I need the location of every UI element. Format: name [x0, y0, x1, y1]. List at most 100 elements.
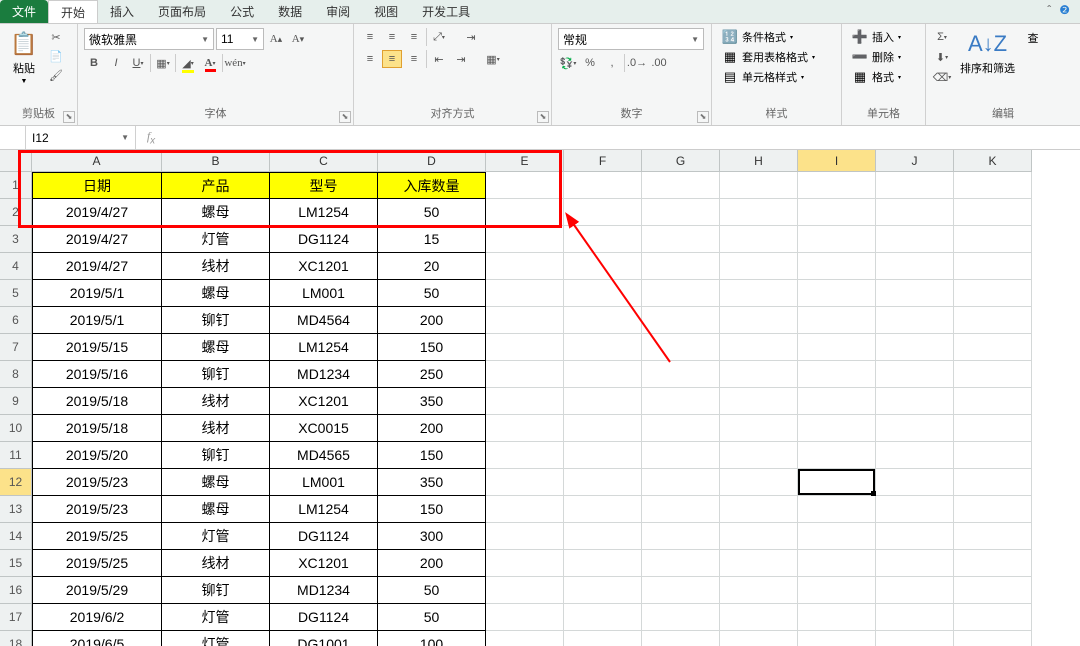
cell-I13[interactable]: [798, 496, 876, 523]
cell-C11[interactable]: MD4565: [270, 442, 378, 469]
cell-I15[interactable]: [798, 550, 876, 577]
row-header-8[interactable]: 8: [0, 361, 32, 388]
row-header-16[interactable]: 16: [0, 577, 32, 604]
cell-K6[interactable]: [954, 307, 1032, 334]
cell-B16[interactable]: 铆钉: [162, 577, 270, 604]
tab-insert[interactable]: 插入: [98, 0, 146, 23]
align-middle-button[interactable]: ≡: [382, 28, 402, 46]
cell-E8[interactable]: [486, 361, 564, 388]
cell-J8[interactable]: [876, 361, 954, 388]
cell-B12[interactable]: 螺母: [162, 469, 270, 496]
cell-G2[interactable]: [642, 199, 720, 226]
bold-button[interactable]: B: [84, 54, 104, 72]
cell-C9[interactable]: XC1201: [270, 388, 378, 415]
col-header-B[interactable]: B: [162, 150, 270, 172]
insert-cell-button[interactable]: ➕插入▾: [848, 28, 905, 46]
row-header-6[interactable]: 6: [0, 307, 32, 334]
align-bottom-button[interactable]: ≡: [404, 28, 424, 46]
cell-A3[interactable]: 2019/4/27: [32, 226, 162, 253]
cell-C12[interactable]: LM001: [270, 469, 378, 496]
col-header-C[interactable]: C: [270, 150, 378, 172]
col-header-H[interactable]: H: [720, 150, 798, 172]
italic-button[interactable]: I: [106, 54, 126, 72]
cell-C4[interactable]: XC1201: [270, 253, 378, 280]
cell-G14[interactable]: [642, 523, 720, 550]
cell-I10[interactable]: [798, 415, 876, 442]
font-launcher[interactable]: ⬊: [339, 111, 351, 123]
row-header-12[interactable]: 12: [0, 469, 32, 496]
cell-J15[interactable]: [876, 550, 954, 577]
cell-B9[interactable]: 线材: [162, 388, 270, 415]
cell-I12[interactable]: [798, 469, 876, 496]
cell-E2[interactable]: [486, 199, 564, 226]
cell-K4[interactable]: [954, 253, 1032, 280]
cell-D8[interactable]: 250: [378, 361, 486, 388]
row-header-13[interactable]: 13: [0, 496, 32, 523]
cell-G8[interactable]: [642, 361, 720, 388]
cell-C7[interactable]: LM1254: [270, 334, 378, 361]
fill-button[interactable]: ⬇▾: [932, 48, 952, 66]
align-top-button[interactable]: ≡: [360, 28, 380, 46]
cell-G18[interactable]: [642, 631, 720, 646]
cell-E14[interactable]: [486, 523, 564, 550]
cell-D5[interactable]: 50: [378, 280, 486, 307]
fill-color-button[interactable]: ◢▾: [178, 54, 198, 72]
cell-A2[interactable]: 2019/4/27: [32, 199, 162, 226]
cell-E18[interactable]: [486, 631, 564, 646]
cell-E9[interactable]: [486, 388, 564, 415]
cell-K17[interactable]: [954, 604, 1032, 631]
cell-H1[interactable]: [720, 172, 798, 199]
cell-B15[interactable]: 线材: [162, 550, 270, 577]
cell-D17[interactable]: 50: [378, 604, 486, 631]
cell-F4[interactable]: [564, 253, 642, 280]
cell-A15[interactable]: 2019/5/25: [32, 550, 162, 577]
cell-F17[interactable]: [564, 604, 642, 631]
cell-G6[interactable]: [642, 307, 720, 334]
cell-J10[interactable]: [876, 415, 954, 442]
autosum-button[interactable]: Σ▾: [932, 28, 952, 46]
cell-F15[interactable]: [564, 550, 642, 577]
currency-button[interactable]: 💱▾: [558, 54, 578, 72]
cell-I8[interactable]: [798, 361, 876, 388]
cell-C13[interactable]: LM1254: [270, 496, 378, 523]
cell-A11[interactable]: 2019/5/20: [32, 442, 162, 469]
cell-B11[interactable]: 铆钉: [162, 442, 270, 469]
cell-K9[interactable]: [954, 388, 1032, 415]
tab-formulas[interactable]: 公式: [218, 0, 266, 23]
cell-C10[interactable]: XC0015: [270, 415, 378, 442]
clipboard-launcher[interactable]: ⬊: [63, 111, 75, 123]
select-all-corner[interactable]: [0, 150, 32, 172]
cell-G3[interactable]: [642, 226, 720, 253]
cell-E11[interactable]: [486, 442, 564, 469]
cell-J13[interactable]: [876, 496, 954, 523]
cell-K12[interactable]: [954, 469, 1032, 496]
cell-C14[interactable]: DG1124: [270, 523, 378, 550]
cell-H18[interactable]: [720, 631, 798, 646]
cell-J3[interactable]: [876, 226, 954, 253]
cell-H17[interactable]: [720, 604, 798, 631]
cell-G11[interactable]: [642, 442, 720, 469]
align-launcher[interactable]: ⬊: [537, 111, 549, 123]
cell-K11[interactable]: [954, 442, 1032, 469]
cell-F10[interactable]: [564, 415, 642, 442]
increase-font-button[interactable]: A▴: [266, 30, 286, 48]
cell-F6[interactable]: [564, 307, 642, 334]
cell-B1[interactable]: 产品: [162, 172, 270, 199]
col-header-I[interactable]: I: [798, 150, 876, 172]
cell-I5[interactable]: [798, 280, 876, 307]
cell-G17[interactable]: [642, 604, 720, 631]
cell-C17[interactable]: DG1124: [270, 604, 378, 631]
orientation-button[interactable]: ⤢▾: [429, 28, 449, 46]
font-color-button[interactable]: A▾: [200, 54, 220, 72]
row-header-5[interactable]: 5: [0, 280, 32, 307]
row-header-15[interactable]: 15: [0, 550, 32, 577]
cell-J9[interactable]: [876, 388, 954, 415]
cell-C8[interactable]: MD1234: [270, 361, 378, 388]
cell-K13[interactable]: [954, 496, 1032, 523]
cell-K14[interactable]: [954, 523, 1032, 550]
row-header-4[interactable]: 4: [0, 253, 32, 280]
font-size-select[interactable]: 11▼: [216, 28, 264, 50]
cell-E16[interactable]: [486, 577, 564, 604]
fx-button[interactable]: fx: [140, 129, 162, 146]
cell-C3[interactable]: DG1124: [270, 226, 378, 253]
